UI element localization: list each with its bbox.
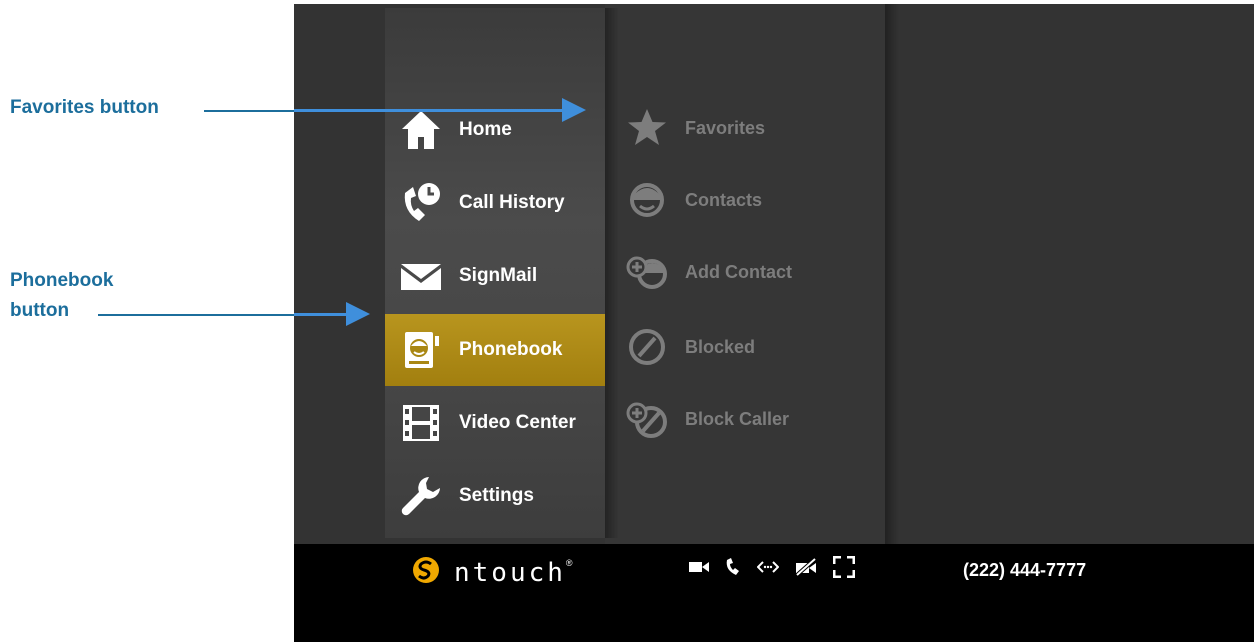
home-icon: [399, 108, 443, 152]
phonebook-submenu: Favorites Contacts Add Contact Blocked B…: [605, 4, 885, 544]
nav-label-signmail: SignMail: [459, 265, 538, 286]
nav-item-phonebook[interactable]: Phonebook: [385, 314, 605, 386]
call-history-icon: [399, 181, 443, 225]
status-icons: [689, 555, 856, 583]
fullscreen-icon[interactable]: [832, 555, 856, 583]
video-camera-icon[interactable]: [689, 559, 709, 580]
ntouch-screen: Favorites Contacts Add Contact Blocked B…: [294, 4, 1254, 642]
submenu-label-blocked: Blocked: [685, 336, 756, 357]
nav-label-call-history: Call History: [459, 192, 565, 213]
video-privacy-icon[interactable]: [795, 557, 817, 581]
submenu-item-add-contact[interactable]: Add Contact: [625, 242, 885, 302]
nav-label-home: Home: [459, 119, 512, 140]
phonebook-callout-label-line2: button: [10, 300, 70, 321]
nav-label-phonebook: Phonebook: [459, 339, 563, 360]
sorenson-logo-icon: [412, 556, 440, 589]
brand-registered-mark: ®: [565, 557, 573, 568]
phonebook-icon: [399, 328, 443, 372]
favorites-callout-label: Favorites button: [10, 97, 159, 118]
blocked-icon: [625, 325, 669, 369]
submenu-label-contacts: Contacts: [685, 189, 763, 210]
envelope-icon: [399, 254, 443, 298]
favorites-arrow: [294, 98, 586, 122]
nav-label-settings: Settings: [459, 485, 534, 506]
star-icon: [625, 106, 669, 150]
favorites-callout-leader: [204, 110, 294, 112]
nav-item-video-center[interactable]: Video Center: [385, 387, 605, 459]
submenu-label-favorites: Favorites: [685, 117, 766, 138]
network-icon[interactable]: [756, 560, 780, 579]
contact-icon: [625, 178, 669, 222]
film-icon: [399, 401, 443, 445]
submenu-label-block-caller: Block Caller: [685, 408, 790, 429]
submenu-label-add-contact: Add Contact: [685, 261, 792, 282]
submenu-item-contacts[interactable]: Contacts: [625, 170, 885, 230]
add-contact-icon: [625, 250, 669, 294]
nav-item-call-history[interactable]: Call History: [385, 167, 605, 239]
phone-number: (222) 444-7777: [963, 560, 1087, 580]
submenu-shadow: [885, 4, 899, 544]
nav-label-video-center: Video Center: [459, 412, 576, 433]
phonebook-callout-leader: [98, 314, 294, 316]
submenu-item-favorites[interactable]: Favorites: [625, 98, 885, 158]
nav-item-signmail[interactable]: SignMail: [385, 240, 605, 312]
brand-name: ntouch: [454, 557, 566, 588]
submenu-item-block-caller[interactable]: Block Caller: [625, 389, 885, 449]
main-menu-shadow: [605, 8, 619, 538]
main-menu: Home Call History SignMail Phonebook Vid…: [385, 8, 605, 538]
submenu-item-blocked[interactable]: Blocked: [625, 317, 885, 377]
ntouch-logo: ntouch ®: [412, 556, 573, 589]
block-caller-icon: [625, 397, 669, 441]
phonebook-callout-label-line1: Phonebook: [10, 270, 114, 291]
phonebook-arrow: [294, 302, 370, 326]
status-bar: ntouch ® (222) 444-7777: [294, 544, 1254, 642]
phone-icon[interactable]: [725, 558, 741, 581]
wrench-icon: [399, 474, 443, 518]
nav-item-settings[interactable]: Settings: [385, 460, 605, 532]
